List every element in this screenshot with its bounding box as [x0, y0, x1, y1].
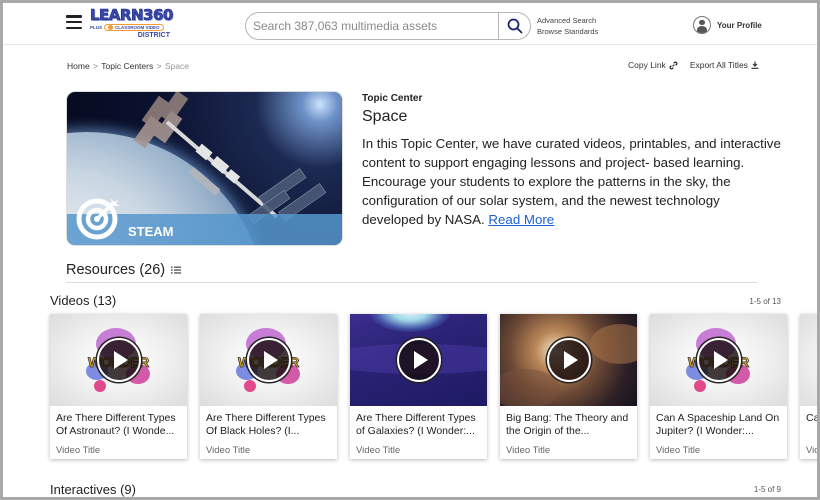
- video-title: Are There Different Types Of Black Holes…: [206, 412, 326, 437]
- breadcrumb: Home > Topic Centers > Space: [67, 61, 189, 71]
- resources-divider: [66, 282, 757, 283]
- breadcrumb-separator: >: [156, 61, 162, 71]
- breadcrumb-separator: >: [93, 61, 99, 71]
- interactives-pager: 1-5 of 9: [753, 485, 781, 494]
- video-card[interactable]: Big Bang: The Theory and the Origin of t…: [500, 314, 637, 459]
- search-icon: [507, 18, 522, 34]
- play-icon[interactable]: [396, 338, 441, 382]
- video-subtitle: Video Title: [506, 445, 551, 456]
- video-thumbnail: WONDER: [650, 314, 787, 406]
- logo-subline: PLUS CLASSROOM VIDEO: [90, 24, 172, 31]
- video-card[interactable]: WONDER Are There Different Types Of Blac…: [200, 314, 337, 459]
- video-card[interactable]: Are There Different Types of Galaxies? (…: [350, 314, 487, 459]
- breadcrumb-topic-centers[interactable]: Topic Centers: [101, 61, 153, 71]
- video-thumbnail: [800, 314, 820, 406]
- avatar-icon: [693, 16, 711, 34]
- videos-heading: Videos (13): [50, 293, 117, 308]
- profile-button[interactable]: Your Profile: [693, 16, 762, 34]
- topic-description: In this Topic Center, we have curated vi…: [362, 134, 782, 229]
- breadcrumb-current: Space: [164, 61, 190, 71]
- video-thumbnail: [350, 314, 487, 406]
- profile-label: Your Profile: [717, 20, 762, 30]
- play-icon[interactable]: [246, 338, 291, 382]
- top-header: LEARN360 PLUS CLASSROOM VIDEO DISTRICT A…: [3, 3, 817, 45]
- play-icon[interactable]: [96, 338, 141, 382]
- read-more-link[interactable]: Read More: [488, 212, 554, 227]
- video-subtitle: Video Title: [56, 445, 101, 456]
- video-card[interactable]: WONDER Are There Different Types Of Astr…: [50, 314, 187, 459]
- download-icon: [751, 61, 759, 69]
- search-links: Advanced Search Browse Standards: [537, 15, 598, 37]
- resources-heading: Resources (26): [66, 262, 182, 278]
- play-icon[interactable]: [546, 338, 591, 382]
- resources-title: Resources (26): [66, 262, 166, 278]
- link-icon: [669, 61, 678, 69]
- copy-link-button[interactable]: Copy Link: [628, 60, 678, 70]
- video-thumbnail: WONDER: [200, 314, 337, 406]
- video-subtitle: Video Title: [356, 445, 401, 456]
- breadcrumb-home[interactable]: Home: [67, 61, 90, 71]
- topic-center-label: Topic Center: [362, 93, 423, 104]
- video-subtitle: Video Title: [656, 445, 701, 456]
- search-input[interactable]: [246, 13, 498, 39]
- video-title: Can A Spaceship Land On Jupiter? (I Wond…: [656, 412, 780, 437]
- copy-link-label: Copy Link: [628, 60, 666, 70]
- hamburger-menu-icon[interactable]: [66, 15, 82, 29]
- export-all-label: Export All Titles: [689, 60, 748, 70]
- video-title: Can ... Sur...: [806, 412, 820, 424]
- video-thumbnail: [500, 314, 637, 406]
- list-icon[interactable]: [171, 266, 182, 274]
- videos-carousel: WONDER Are There Different Types Of Astr…: [50, 314, 820, 459]
- video-title: Are There Different Types of Galaxies? (…: [356, 412, 476, 437]
- video-subtitle: Video Title: [206, 445, 251, 456]
- logo-wordmark: LEARN360: [90, 6, 174, 24]
- logo-pill: CLASSROOM VIDEO: [104, 24, 164, 31]
- logo-pill-text: CLASSROOM VIDEO: [115, 25, 160, 30]
- topic-description-text: In this Topic Center, we have curated vi…: [362, 136, 781, 227]
- learn360-logo[interactable]: LEARN360 PLUS CLASSROOM VIDEO DISTRICT: [90, 6, 174, 44]
- video-card[interactable]: Can ... Sur... Video Title: [800, 314, 820, 459]
- play-dot-icon: [108, 25, 114, 30]
- logo-plus: PLUS: [90, 25, 103, 30]
- video-thumbnail: WONDER: [50, 314, 187, 406]
- page-title: Space: [362, 108, 408, 125]
- topic-hero-image: STEAM: [66, 91, 343, 246]
- search-bar: [245, 12, 531, 40]
- export-all-titles-button[interactable]: Export All Titles: [690, 60, 759, 70]
- video-card[interactable]: WONDER Can A Spaceship Land On Jupiter? …: [650, 314, 787, 459]
- browse-standards-link[interactable]: Browse Standards: [537, 26, 598, 37]
- videos-pager: 1-5 of 13: [749, 297, 781, 306]
- search-button[interactable]: [498, 13, 530, 39]
- interactives-heading: Interactives (9): [50, 482, 136, 497]
- target-icon: [76, 198, 120, 240]
- video-title: Are There Different Types Of Astronaut? …: [56, 412, 176, 437]
- advanced-search-link[interactable]: Advanced Search: [537, 15, 598, 26]
- video-title: Big Bang: The Theory and the Origin of t…: [506, 412, 629, 437]
- video-subtitle: Video Title: [806, 445, 820, 456]
- play-icon[interactable]: [696, 338, 741, 382]
- logo-district: DISTRICT: [137, 32, 170, 39]
- steam-badge: STEAM: [128, 224, 174, 239]
- page-actions: Copy Link Export All Titles: [628, 60, 759, 70]
